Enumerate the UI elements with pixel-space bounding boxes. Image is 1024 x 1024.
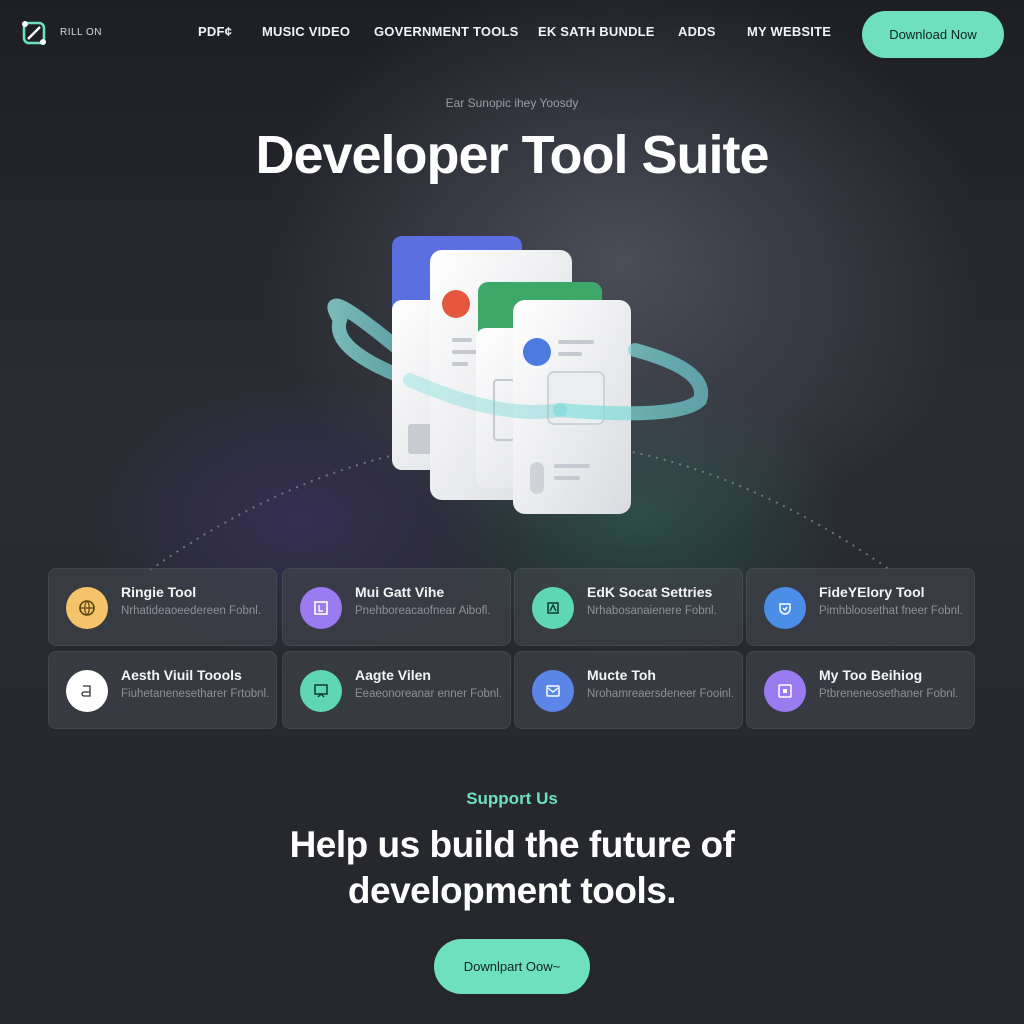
- frame-icon: [300, 587, 342, 629]
- tool-card-desc: Nrhatideaoeedereen Fobnl.: [121, 605, 262, 617]
- nav-link-pdf[interactable]: PDF¢: [198, 24, 232, 39]
- tool-card[interactable]: Aesth Viuil Toools Fiuhetanenesetharer F…: [48, 651, 277, 729]
- tool-card-desc: Nrhabosanaienere Fobnl.: [587, 605, 717, 617]
- tool-card-title: My Too Beihiog: [819, 667, 923, 683]
- tool-card-title: Mui Gatt Vihe: [355, 584, 445, 600]
- support-title-line-1: Help us build the future of: [289, 824, 735, 865]
- tool-card-title: EdK Socat Settries: [587, 584, 713, 600]
- tool-card[interactable]: Aagte Vilen Eeaeonoreanar enner Fobnl.: [282, 651, 511, 729]
- tool-card-desc: Fiuhetanenesetharer Frtobnl.: [121, 688, 270, 700]
- tool-card-desc: Nrohamreaersdeneer Fooinl.: [587, 688, 735, 700]
- tool-card-title: Aagte Vilen: [355, 667, 431, 683]
- nav-link-ek-sath-bundle[interactable]: EK SATH BUNDLE: [538, 24, 655, 39]
- nav-link-music-video[interactable]: MUSIC VIDEO: [262, 24, 350, 39]
- globe-icon: [66, 587, 108, 629]
- nav-link-my-website[interactable]: MY WEBSITE: [747, 24, 831, 39]
- nav-link-government-tools[interactable]: GOVERNMENT TOOLS: [374, 24, 519, 39]
- tool-card-title: Ringie Tool: [121, 584, 197, 600]
- tool-card-title: FideYElory Tool: [819, 584, 925, 600]
- tool-card-desc: Eeaeonoreanar enner Fobnl.: [355, 688, 503, 700]
- nav-link-adds[interactable]: ADDS: [678, 24, 716, 39]
- download-now-button[interactable]: Download Now: [862, 11, 1004, 58]
- board-icon: [300, 670, 342, 712]
- tool-card-title: Aesth Viuil Toools: [121, 667, 242, 683]
- support-label: Support Us: [466, 789, 558, 808]
- mail-icon: [532, 670, 574, 712]
- tool-card-desc: Pimhbloosethat fneer Fobnl.: [819, 605, 963, 617]
- support-title-line-2: development tools.: [347, 870, 677, 911]
- logo-text: RILL ON: [60, 27, 103, 38]
- logo-icon[interactable]: [20, 19, 48, 47]
- top-nav: RILL ON PDF¢ MUSIC VIDEO GOVERNMENT TOOL…: [0, 0, 1024, 66]
- tool-card[interactable]: FideYElory Tool Pimhbloosethat fneer Fob…: [746, 568, 975, 646]
- tool-card[interactable]: My Too Beihiog Ptbreneneosethaner Fobnl.: [746, 651, 975, 729]
- pin-icon: [532, 587, 574, 629]
- tool-card-title: Mucte Toh: [587, 667, 656, 683]
- square-icon: [764, 670, 806, 712]
- hero-illustration: [149, 236, 891, 571]
- tool-card-desc: Ptbreneneosethaner Fobnl.: [819, 688, 959, 700]
- script-icon: [66, 670, 108, 712]
- shield-icon: [764, 587, 806, 629]
- tool-card-desc: Pnehboreacaofnear Aibofl.: [355, 605, 491, 617]
- support-title: Help us build the future of development …: [0, 822, 1024, 914]
- support-download-button[interactable]: Downlpart Oow~: [434, 939, 590, 994]
- tool-card[interactable]: EdK Socat Settries Nrhabosanaienere Fobn…: [514, 568, 743, 646]
- tool-card[interactable]: Mucte Toh Nrohamreaersdeneer Fooinl.: [514, 651, 743, 729]
- tool-card[interactable]: Mui Gatt Vihe Pnehboreacaofnear Aibofl.: [282, 568, 511, 646]
- hero-title: Developer Tool Suite: [255, 125, 769, 185]
- hero-eyebrow: Ear Sunopic ihey Yoosdy: [445, 96, 579, 110]
- tool-card[interactable]: Ringie Tool Nrhatideaoeedereen Fobnl.: [48, 568, 277, 646]
